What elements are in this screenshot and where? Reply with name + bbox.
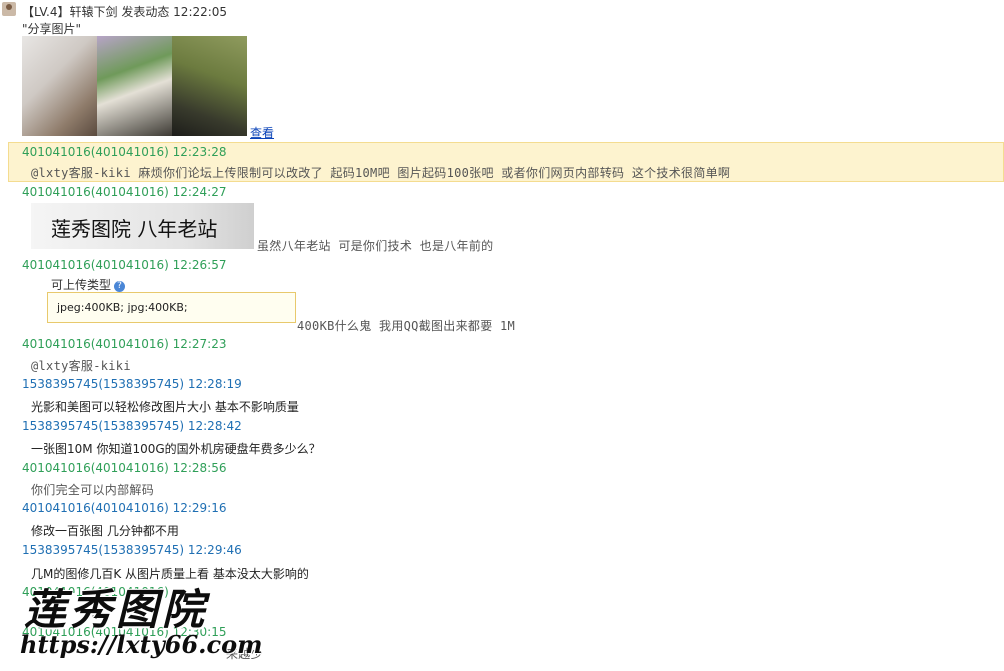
photo-thumbnail-2[interactable] xyxy=(97,36,172,136)
upload-tooltip: jpeg:400KB; jpg:400KB; xyxy=(47,292,296,323)
watermark-url: https://lxty66.com xyxy=(20,630,263,659)
comment-meta[interactable]: 401041016(401041016) 12:27:23 xyxy=(22,337,227,351)
view-link[interactable]: 查看 xyxy=(250,124,274,141)
comment-meta[interactable]: 1538395745(1538395745) 12:29:46 xyxy=(22,543,242,557)
watermark-title: 莲秀图院 xyxy=(24,585,209,634)
comment-text: @lxty客服-kiki xyxy=(31,359,131,373)
upload-type-label: 可上传类型? xyxy=(51,276,126,293)
comment-meta[interactable]: 1538395745(1538395745) 12:28:19 xyxy=(22,377,242,391)
comment-text: @lxty客服-kiki 麻烦你们论坛上传限制可以改改了 起码10M吧 图片起码… xyxy=(31,166,731,180)
banner-text: 莲秀图院 八年老站 xyxy=(51,217,218,241)
photo-thumbnail-3[interactable] xyxy=(172,36,247,136)
comment-text: 一张图10M 你知道100G的国外机房硬盘年费多少么？ xyxy=(31,442,321,456)
comment-text: 光影和美图可以轻松修改图片大小 基本不影响质量 xyxy=(31,400,299,414)
comment-text: 你们完全可以内部解码 xyxy=(31,483,155,497)
user-level: 【LV.4】 xyxy=(22,5,70,19)
post-action: 发表动态 xyxy=(121,5,170,19)
post-header: 【LV.4】轩辕下剑 发表动态 12:22:05 xyxy=(22,3,227,20)
comment-meta[interactable]: 401041016(401041016) 12:23:28 xyxy=(22,145,227,159)
comment-text: 400KB什么鬼 我用QQ截图出来都要 1M xyxy=(297,319,516,333)
post-caption: "分享图片" xyxy=(22,22,82,36)
embedded-upload-screenshot: 可上传类型? jpeg:400KB; jpg:400KB; xyxy=(47,275,297,325)
comment-text: 虽然八年老站 可是你们技术 也是八年前的 xyxy=(257,239,494,253)
comment-meta[interactable]: 401041016(401041016) 12:24:27 xyxy=(22,185,227,199)
author-name[interactable]: 轩辕下剑 xyxy=(69,5,117,19)
post-time: 12:22:05 xyxy=(173,5,228,19)
help-icon: ? xyxy=(114,281,126,292)
embedded-banner-image: 莲秀图院 八年老站 xyxy=(31,203,254,249)
photo-thumbnail-1[interactable] xyxy=(22,36,97,136)
comment-text: 修改一百张图 几分钟都不用 xyxy=(31,524,179,538)
comment-meta[interactable]: 401041016(401041016) 12:28:56 xyxy=(22,461,227,475)
avatar[interactable] xyxy=(2,2,16,16)
comment-meta[interactable]: 401041016(401041016) 12:26:57 xyxy=(22,258,227,272)
comment-meta[interactable]: 1538395745(1538395745) 12:28:42 xyxy=(22,419,242,433)
comment-meta[interactable]: 401041016(401041016) 12:29:16 xyxy=(22,501,227,515)
